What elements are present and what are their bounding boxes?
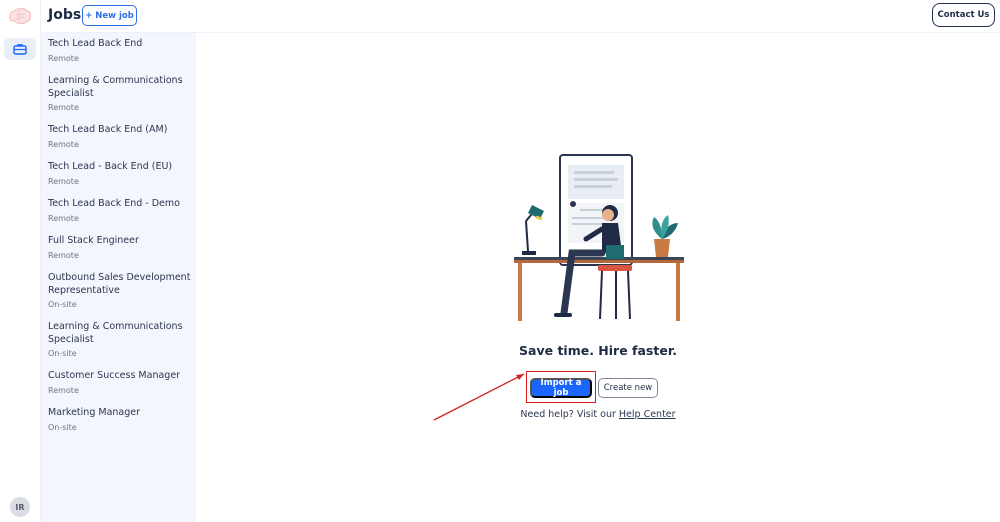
job-list-item[interactable]: Tech Lead Back End Remote bbox=[48, 38, 193, 63]
annotation-arrow-icon bbox=[433, 373, 525, 421]
page-title: Jobs bbox=[48, 7, 82, 23]
import-job-button[interactable]: Import a job bbox=[530, 378, 592, 398]
job-list-item[interactable]: Tech Lead Back End - Demo Remote bbox=[48, 198, 193, 223]
job-title: Learning & Communications Specialist bbox=[48, 321, 183, 345]
job-location: On-site bbox=[48, 349, 77, 358]
jobs-nav-button[interactable] bbox=[4, 38, 36, 60]
brain-logo-icon[interactable] bbox=[8, 7, 32, 27]
job-list-item[interactable]: Tech Lead Back End (AM) Remote bbox=[48, 124, 193, 149]
job-list-item[interactable]: Tech Lead - Back End (EU) Remote bbox=[48, 161, 193, 186]
job-title: Outbound Sales Development Representativ… bbox=[48, 272, 191, 296]
job-location: On-site bbox=[48, 300, 77, 309]
briefcase-icon bbox=[13, 44, 27, 55]
job-list-item[interactable]: Learning & Communications Specialist On-… bbox=[48, 321, 193, 358]
job-title: Tech Lead Back End - Demo bbox=[48, 198, 180, 209]
job-title: Tech Lead Back End (AM) bbox=[48, 124, 168, 135]
job-title: Marketing Manager bbox=[48, 407, 141, 418]
job-list-item[interactable]: Customer Success Manager Remote bbox=[48, 370, 193, 395]
help-prefix: Need help? Visit our bbox=[520, 409, 616, 420]
create-new-button[interactable]: Create new bbox=[598, 378, 658, 398]
job-title: Learning & Communications Specialist bbox=[48, 75, 183, 99]
job-list-item[interactable]: Full Stack Engineer Remote bbox=[48, 235, 193, 260]
help-center-link[interactable]: Help Center bbox=[619, 409, 676, 420]
job-location: Remote bbox=[48, 53, 79, 63]
job-title: Tech Lead Back End bbox=[48, 38, 143, 49]
job-title: Full Stack Engineer bbox=[48, 235, 139, 246]
job-location: Remote bbox=[48, 250, 79, 260]
job-list-item[interactable]: Outbound Sales Development Representativ… bbox=[48, 272, 193, 309]
icon-rail: IR bbox=[0, 0, 41, 522]
new-job-button[interactable]: + New job bbox=[82, 5, 137, 26]
top-bar: Jobs + New job Contact Us bbox=[41, 0, 1000, 33]
job-location: On-site bbox=[48, 422, 77, 432]
job-list: Tech Lead Back End Remote Learning & Com… bbox=[41, 33, 196, 522]
job-location: Remote bbox=[48, 213, 79, 223]
job-list-item[interactable]: Marketing Manager On-site bbox=[48, 407, 193, 432]
help-text: Need help? Visit our Help Center bbox=[196, 409, 1000, 420]
main-panel: Save time. Hire faster. Import a job Cre… bbox=[196, 33, 1000, 522]
contact-us-button[interactable]: Contact Us bbox=[932, 3, 995, 27]
job-location: Remote bbox=[48, 139, 79, 149]
job-title: Tech Lead - Back End (EU) bbox=[48, 161, 173, 172]
job-title: Customer Success Manager bbox=[48, 370, 181, 381]
hiring-illustration bbox=[514, 154, 684, 321]
job-location: Remote bbox=[48, 103, 79, 112]
job-location: Remote bbox=[48, 176, 79, 186]
job-location: Remote bbox=[48, 385, 79, 395]
job-list-item[interactable]: Learning & Communications Specialist Rem… bbox=[48, 75, 193, 112]
user-avatar[interactable]: IR bbox=[10, 497, 30, 517]
empty-state-tagline: Save time. Hire faster. bbox=[519, 343, 677, 358]
